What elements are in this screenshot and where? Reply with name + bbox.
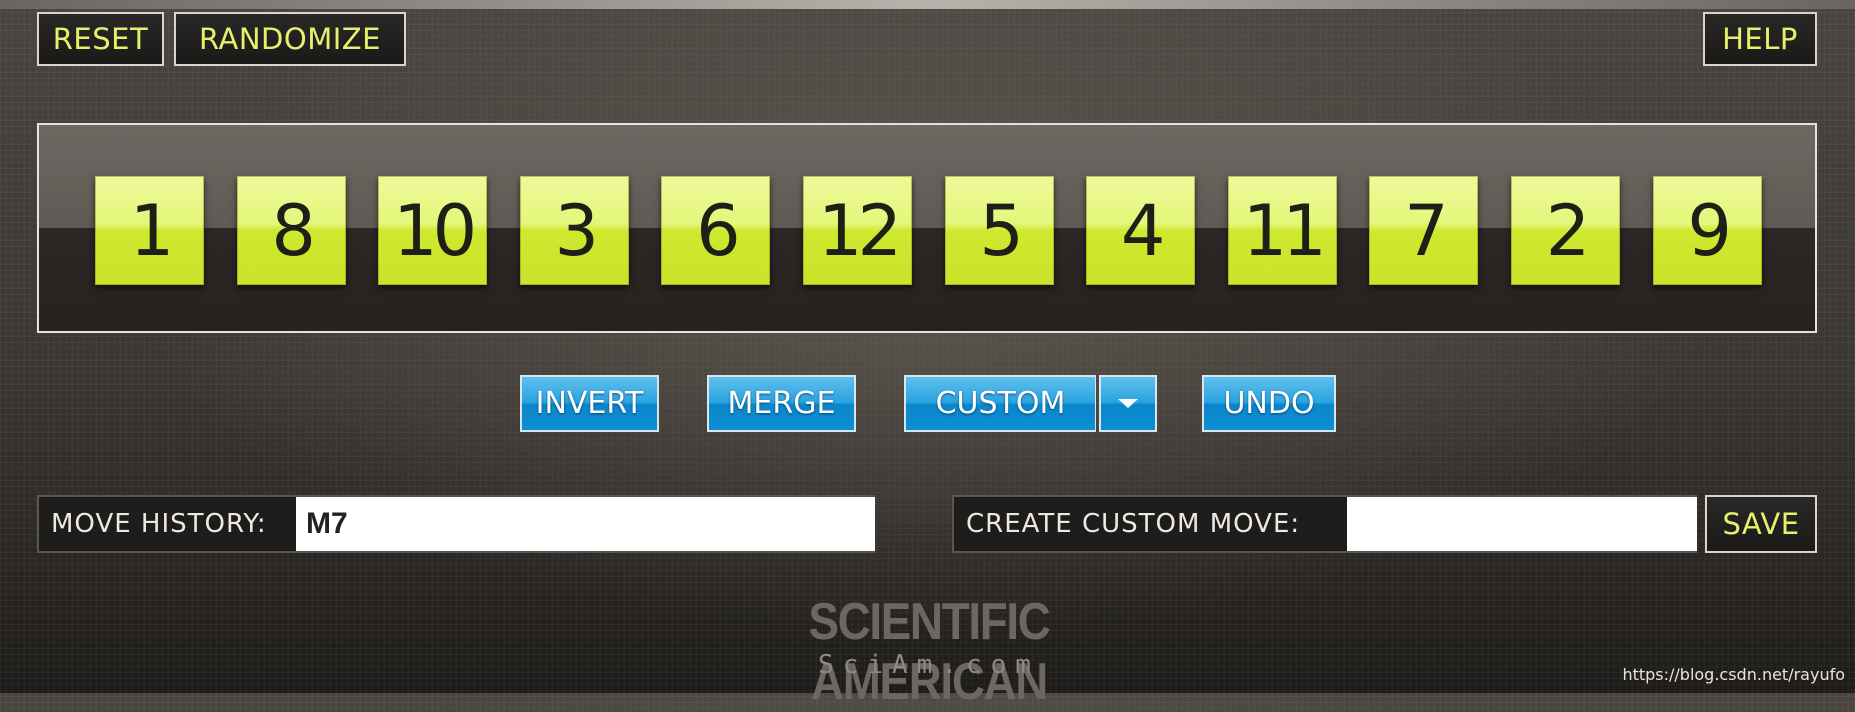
number-tile[interactable]: 11 [1227, 176, 1337, 285]
top-bar [0, 0, 1855, 9]
chevron-down-icon [1118, 399, 1138, 408]
randomize-button[interactable]: RANDOMIZE [174, 12, 406, 66]
custom-button[interactable]: CUSTOM [904, 375, 1096, 432]
tile-tray: 1 8 10 3 6 12 5 4 11 7 2 9 [37, 123, 1817, 333]
invert-button[interactable]: INVERT [520, 375, 659, 432]
number-tile[interactable]: 10 [378, 176, 488, 285]
number-tile[interactable]: 8 [236, 176, 346, 285]
help-button[interactable]: HELP [1703, 12, 1817, 66]
watermark: https://blog.csdn.net/rayufo [1622, 665, 1845, 684]
number-tile[interactable]: 2 [1511, 176, 1620, 285]
merge-button[interactable]: MERGE [707, 375, 856, 432]
custom-move-label: CREATE CUSTOM MOVE: [966, 509, 1301, 539]
move-history-panel: MOVE HISTORY: [37, 495, 875, 553]
number-tile[interactable]: 12 [803, 176, 912, 285]
number-tile[interactable]: 6 [661, 176, 771, 285]
number-tile[interactable]: 9 [1652, 176, 1762, 285]
custom-dropdown-button[interactable] [1099, 375, 1157, 432]
custom-move-input[interactable] [1347, 497, 1697, 551]
move-history-field[interactable] [296, 497, 875, 551]
number-tile[interactable]: 7 [1369, 176, 1479, 285]
move-history-label: MOVE HISTORY: [51, 509, 267, 539]
tile-row: 1 8 10 3 6 12 5 4 11 7 2 9 [39, 125, 1815, 331]
number-tile[interactable]: 4 [1086, 176, 1196, 285]
number-tile[interactable]: 3 [519, 176, 629, 285]
number-tile[interactable]: 5 [944, 176, 1054, 285]
reset-button[interactable]: RESET [37, 12, 164, 66]
undo-button[interactable]: UNDO [1202, 375, 1336, 432]
number-tile[interactable]: 1 [95, 176, 204, 285]
save-button[interactable]: SAVE [1705, 495, 1817, 553]
custom-move-panel: CREATE CUSTOM MOVE: [952, 495, 1697, 553]
brand-site: SciAm.com [818, 650, 1040, 680]
